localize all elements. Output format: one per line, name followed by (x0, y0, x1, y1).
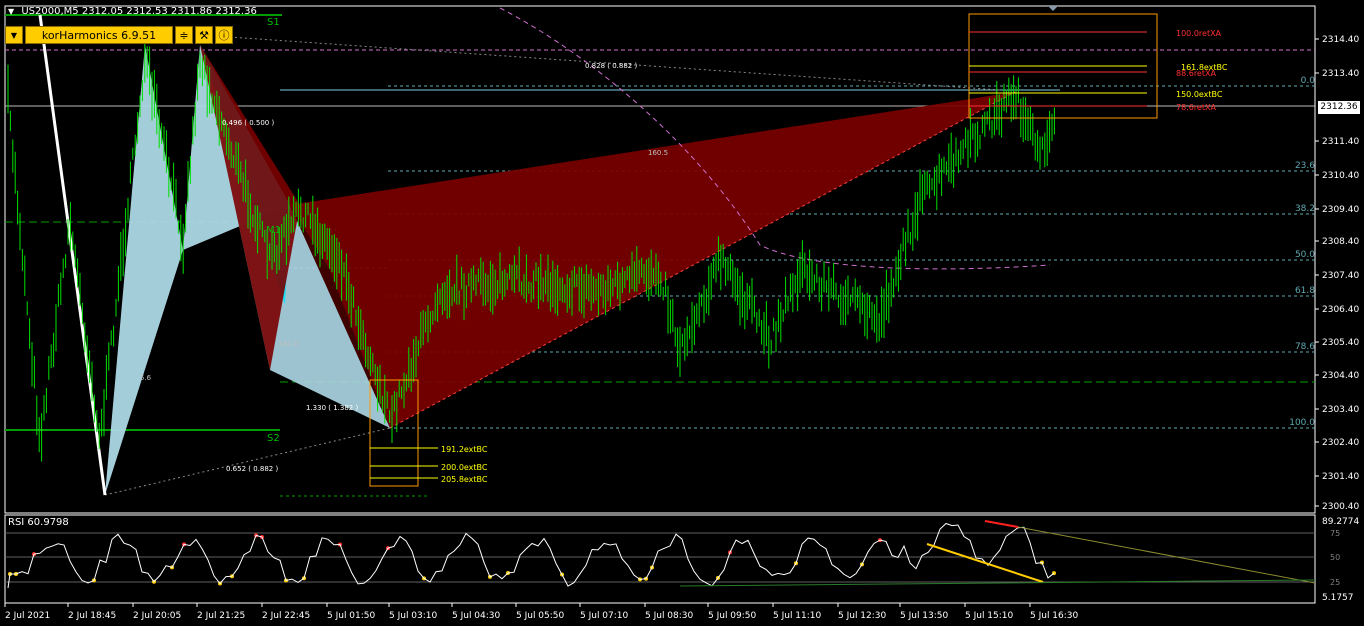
symbol-header: ▼ US2000,M5 2312.05 2312.53 2311.86 2312… (8, 6, 257, 17)
time-label: 5 Jul 11:10 (773, 611, 822, 621)
sliders-icon[interactable]: ≑ (175, 26, 193, 44)
time-label: 5 Jul 08:30 (645, 611, 694, 621)
time-label: 5 Jul 01:50 (327, 611, 376, 621)
price-label: 2313.40 (1322, 69, 1359, 79)
time-label: 2 Jul 18:45 (68, 611, 116, 621)
dropdown-icon[interactable]: ▼ (5, 26, 23, 44)
price-label: 2304.40 (1322, 371, 1359, 381)
target-label: 205.8extBC (441, 475, 488, 484)
price-label: 2309.40 (1322, 205, 1359, 215)
price-label: 2300.40 (1322, 502, 1359, 512)
indicator-title-button[interactable]: korHarmonics 6.9.51 (25, 26, 173, 44)
price-chart[interactable]: 2314.40 2313.40 2311.40 2310.40 2309.40 2308.… (0, 0, 1364, 626)
time-label: 5 Jul 16:30 (1030, 611, 1079, 621)
time-label: 5 Jul 09:50 (708, 611, 757, 621)
time-label: 2 Jul 2021 (5, 611, 50, 621)
target-label: 88.6retXA (1176, 69, 1216, 78)
s2-label: S2 (267, 433, 280, 444)
faint-label: 5.6 (140, 374, 152, 382)
rsi-pane-border (4, 514, 1316, 604)
rsi-max-label: 89.2774 (1322, 517, 1359, 527)
divergence-projection (1017, 526, 1316, 584)
divergence-line-bear (984, 520, 1019, 528)
fib-label: 61.8 (1295, 286, 1315, 296)
price-label: 2311.40 (1322, 137, 1359, 147)
symbol-name: US2000,M5 (21, 6, 79, 17)
info-icon[interactable]: ⓘ (215, 26, 233, 44)
rsi-level-label: 75 (1330, 529, 1340, 538)
scroll-marker-icon (1048, 6, 1058, 11)
price-label: 2314.40 (1322, 35, 1359, 45)
ohlc-open: 2312.05 (81, 6, 124, 17)
chart-window[interactable]: 2314.40 2313.40 2311.40 2310.40 2309.40 2308.… (0, 0, 1364, 626)
divergence-line-bull (926, 543, 1044, 583)
rsi-support-line (679, 579, 1316, 587)
rsi-min-label: 5.1757 (1322, 593, 1354, 603)
rsi-label: RSI 60.9798 (8, 517, 69, 528)
rsi-level-label: 25 (1330, 578, 1340, 587)
ratio-label: 0.496 ( 0.500 ) (222, 119, 274, 127)
time-label: 5 Jul 03:10 (389, 611, 438, 621)
time-label: 2 Jul 22:45 (262, 611, 310, 621)
target-label: 100.0retXA (1176, 29, 1222, 38)
ratio-label: 0.828 ( 0.882 ) (585, 62, 637, 70)
current-price-tag: 2312.36 (1318, 101, 1360, 114)
ohlc-close: 2312.36 (215, 6, 257, 17)
faint-label: 160.5 (648, 149, 668, 157)
price-label: 2301.40 (1322, 472, 1359, 482)
ohlc-low: 2311.86 (170, 6, 213, 17)
time-label: 5 Jul 15:10 (965, 611, 1014, 621)
time-label: 5 Jul 07:10 (580, 611, 629, 621)
time-label: 5 Jul 12:30 (838, 611, 887, 621)
indicator-toolbar: ▼ korHarmonics 6.9.51 ≑ ⚒ ⓘ (5, 26, 233, 44)
s1-label: S1 (267, 17, 280, 28)
target-label: 78.6retXA (1176, 103, 1216, 112)
price-label: 2310.40 (1322, 171, 1359, 181)
white-trend (38, 14, 107, 496)
price-label: 2303.40 (1322, 405, 1359, 415)
pattern-leg-light (105, 45, 183, 495)
ratio-label: 0.652 ( 0.882 ) (226, 465, 278, 473)
target-label: 200.0extBC (441, 463, 488, 472)
fib-label: 78.6 (1295, 342, 1315, 352)
faint-label: 182.0 (278, 340, 298, 348)
collapse-icon[interactable]: ▼ (8, 7, 14, 16)
price-label: 2308.40 (1322, 237, 1359, 247)
time-label: 2 Jul 21:25 (197, 611, 245, 621)
target-label: 191.2extBC (441, 445, 488, 454)
ratio-connector (104, 427, 391, 496)
tools-icon[interactable]: ⚒ (195, 26, 213, 44)
m1-label: M1 (266, 225, 281, 236)
time-label: 5 Jul 13:50 (900, 611, 949, 621)
price-label: 2307.40 (1322, 271, 1359, 281)
fib-label: 50.0 (1295, 250, 1315, 260)
price-label: 2305.40 (1322, 338, 1359, 348)
time-label: 2 Jul 20:05 (133, 611, 181, 621)
price-label: 2302.40 (1322, 438, 1359, 448)
fib-label: 0.0 (1301, 76, 1316, 86)
target-label: 150.0extBC (1176, 90, 1223, 99)
fib-label: 23.6 (1295, 161, 1315, 171)
rsi-level-label: 50 (1330, 553, 1340, 562)
ratio-label: 1.330 ( 1.382 ) (306, 404, 358, 412)
fib-label: 100.0 (1289, 418, 1315, 428)
ohlc-high: 2312.53 (126, 6, 168, 17)
time-label: 5 Jul 04:30 (452, 611, 501, 621)
price-label: 2306.40 (1322, 305, 1359, 315)
fib-label: 38.2 (1295, 204, 1315, 214)
time-label: 5 Jul 05:50 (516, 611, 565, 621)
